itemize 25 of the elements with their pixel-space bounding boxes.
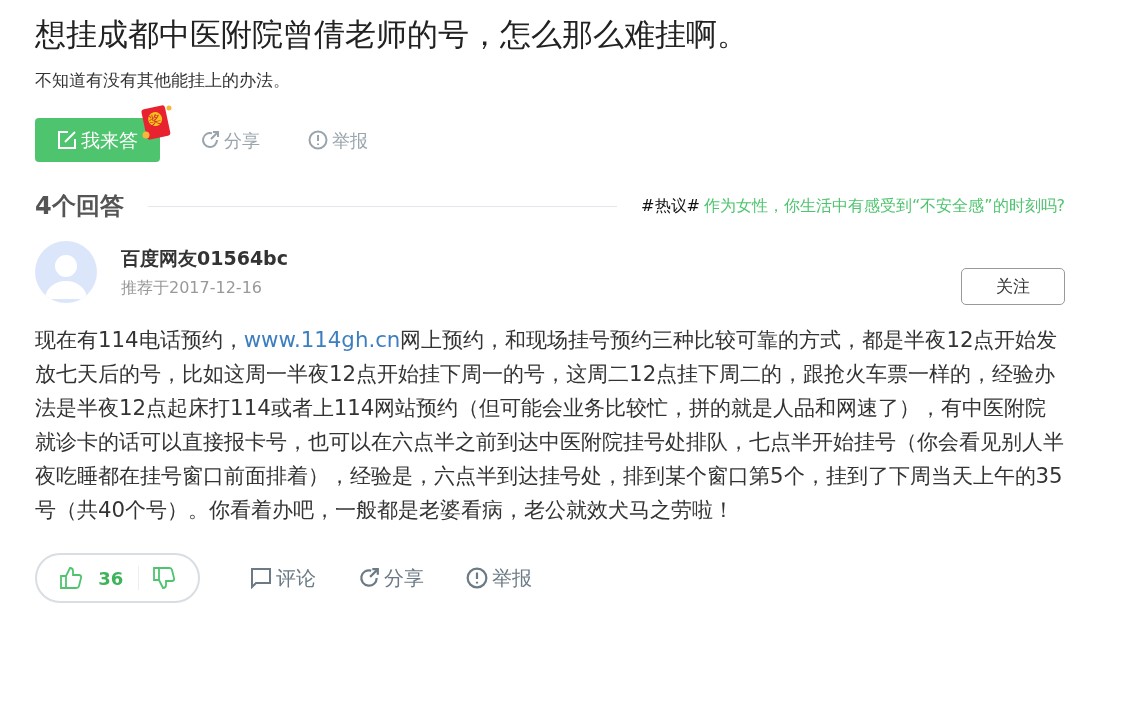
answer-date: 推荐于2017-12-16: [121, 277, 263, 300]
report-icon: [308, 130, 328, 151]
report-icon: [466, 567, 488, 590]
question-title: 想挂成都中医附院曾倩老师的号，怎么那么难挂啊。: [35, 15, 749, 54]
share-button[interactable]: 分享: [358, 563, 424, 594]
report-button[interactable]: 举报: [308, 126, 368, 154]
topic-tag: #热议#: [641, 194, 700, 219]
share-button[interactable]: 分享: [200, 126, 260, 154]
website-link[interactable]: www.114gh.cn: [243, 327, 401, 353]
answer-text: 现在有114电话预约，www.114gh.cn网上预约，和现场挂号预约三种比较可靠的方式，都是半夜12点开始发放七天后的号，比如这周一半夜12点开始挂下周一的号，这周二12点挂下周二的，跟抢火车票一样的，经验办法是半夜12点起床打114或者上114网站预约（但可能会业务比较忙，拼的就是人品和网速了），有中医附院就诊卡的话可以直接报卡号，也可以在六点半之前到达中医附院挂号处排队，七点半开始挂号（你会看见别人半夜吃睡都在挂号窗口前面排着），经验是，六点半到达挂号处，排到某个窗口第5个，挂到了下周当天上午的35号（共40个号）。你看着办吧，一般都是老婆看病，老公就效犬马之劳啦！: [35, 326, 1065, 525]
report-button[interactable]: 举报: [466, 563, 532, 594]
prize-envelope-badge: 奖: [138, 103, 174, 142]
thumbs-up-icon[interactable]: [60, 566, 83, 591]
follow-button[interactable]: 关注: [961, 268, 1065, 306]
answer-count: 4个回答: [35, 191, 124, 223]
like-count: 36: [98, 566, 124, 591]
comment-icon: [250, 567, 272, 590]
share-icon: [358, 567, 380, 590]
thumbs-down-icon[interactable]: [152, 566, 175, 591]
author-name[interactable]: 百度网友01564bc: [121, 243, 961, 273]
share-icon: [200, 130, 220, 151]
edit-icon: [57, 130, 77, 151]
question-description: 不知道有没有其他能挂上的办法。: [35, 69, 291, 93]
topic-link[interactable]: 作为女性，你生活中有感受到“不安全感”的时刻吗?: [703, 194, 1065, 219]
comment-button[interactable]: 评论: [250, 563, 316, 594]
